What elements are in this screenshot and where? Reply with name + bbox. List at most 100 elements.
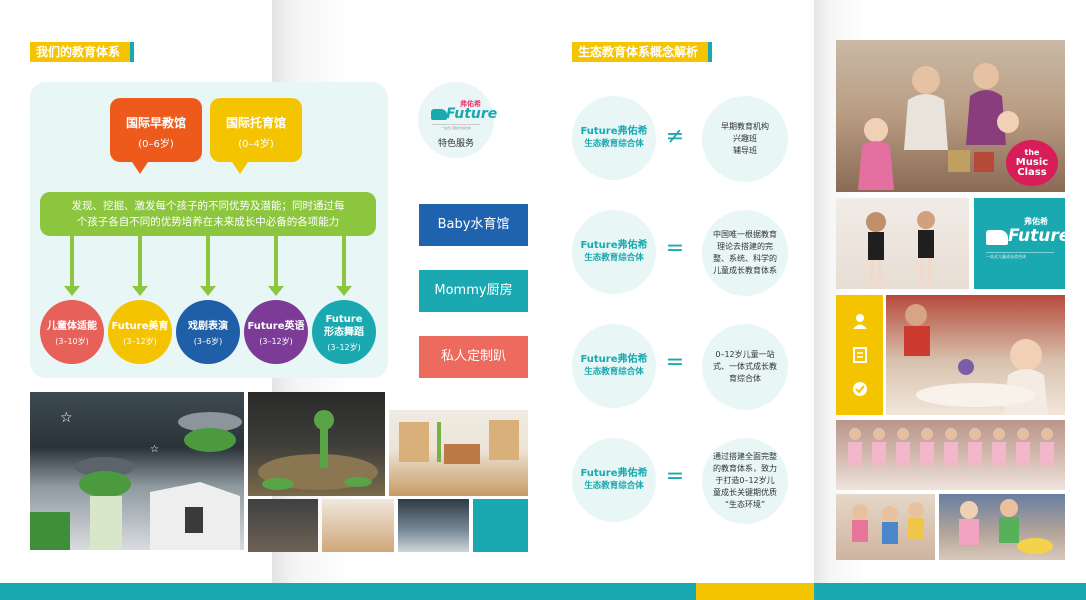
program-age: (3–12岁) xyxy=(327,343,361,352)
mission-line-2: 个孩子各自不同的优势培养在未来成长中必备的各项能力 xyxy=(76,216,340,228)
program-age: (3–12岁) xyxy=(259,337,293,346)
photo-illustration xyxy=(852,502,924,544)
desc-line: 的教育体系，致力 xyxy=(713,464,777,473)
desc-line: 中国唯一根据教育 xyxy=(713,230,777,239)
special-services-label: 特色服务 xyxy=(437,139,474,149)
photo-illustration xyxy=(866,211,935,286)
venue-photo-lobby xyxy=(398,499,469,552)
venue-photo-illustration xyxy=(258,410,378,490)
photo-dance-line xyxy=(836,420,1065,490)
venue-photo-illustration xyxy=(389,392,528,464)
photo-ballet-girls xyxy=(836,198,969,289)
icon-strip xyxy=(836,295,883,415)
dinosaur-logo-icon xyxy=(986,230,1008,245)
program-name: Future美育 xyxy=(111,321,169,332)
photo-music-class: the Music Class xyxy=(836,40,1065,192)
eco-description-circle: 通过搭建全面完整 的教育体系，致力 于打造0–12岁儿 童成长关键期优质 “生态… xyxy=(702,438,788,524)
service-mommy-kitchen: Mommy厨房 xyxy=(419,270,528,312)
program-art: Future美育 (3–12岁) xyxy=(108,300,172,364)
music-class-badge: the Music Class xyxy=(1006,140,1058,186)
footer-yellow-segment xyxy=(696,583,814,600)
bubble-title: 国际托育馆 xyxy=(225,116,286,130)
eco-concept-circle: Future弗佑希 生态教育综合体 xyxy=(572,324,656,408)
document-icon xyxy=(852,347,868,363)
program-age: (3–10岁) xyxy=(55,337,89,346)
brand-tagline: 一站式儿童成长综合体 xyxy=(986,252,1054,260)
desc-line: 兴趣班 xyxy=(733,134,757,143)
brand-logo-teal-block: 弗佑希 Future 一站式儿童成长综合体 xyxy=(974,198,1070,289)
bubble-title: 国际早教馆 xyxy=(125,116,186,130)
photo-illustration xyxy=(959,499,1053,554)
arrow-down-icon xyxy=(268,236,284,296)
venue-photo-room xyxy=(322,499,394,552)
photo-kids-toys xyxy=(939,494,1065,560)
eco-subtitle-line: 生态教育综合体 xyxy=(584,367,644,377)
svg-text:☆: ☆ xyxy=(150,444,159,455)
desc-line: “生态环境” xyxy=(724,500,766,509)
desc-line: 辅导班 xyxy=(733,146,757,155)
footer-color-bar xyxy=(0,583,1086,600)
bubble-childcare: 国际托育馆 (0–4岁) xyxy=(210,98,302,174)
desc-line: 0–12岁儿童一站 xyxy=(715,350,775,359)
desc-line: 儿童成长教育体系 xyxy=(713,266,777,275)
desc-line: 理论去搭建的完 xyxy=(717,242,773,251)
program-name-line-1: Future xyxy=(325,314,363,325)
desc-line: 童成长关键期优质 xyxy=(713,488,777,497)
program-drama: 戏剧表演 (3–6岁) xyxy=(176,300,240,364)
svg-text:☆: ☆ xyxy=(60,410,73,426)
section-title-education-system: 我们的教育体系 xyxy=(30,42,135,62)
service-private-party: 私人定制趴 xyxy=(419,336,528,378)
eco-subtitle-line: 生态教育综合体 xyxy=(584,253,644,263)
eco-concept-circle: Future弗佑希 生态教育综合体 xyxy=(572,438,656,522)
desc-line: 整、系统、科学的 xyxy=(713,254,777,263)
not-equal-icon: ≠ xyxy=(665,124,685,149)
eco-concept-circle: Future弗佑希 生态教育综合体 xyxy=(572,210,656,294)
arrow-down-icon xyxy=(132,236,148,296)
eco-description-circle: 0–12岁儿童一站 式、一体式成长教 育综合体 xyxy=(702,324,788,410)
section-title-eco-concept: 生态教育体系概念解析 xyxy=(572,42,713,62)
equal-icon: = xyxy=(665,236,685,261)
program-name: 儿童体适能 xyxy=(47,321,97,332)
service-baby-swim: Baby水育馆 xyxy=(419,204,528,246)
eco-brand-line: Future弗佑希 xyxy=(580,354,648,365)
arrow-down-icon xyxy=(200,236,216,296)
photo-art-class xyxy=(886,295,1065,415)
venue-photo-illustration: ☆ ☆ xyxy=(30,410,242,550)
check-icon xyxy=(852,381,868,397)
program-fitness: 儿童体适能 (3–10岁) xyxy=(40,300,104,364)
mission-statement: 发现、挖掘、激发每个孩子的不同优势及潜能；同时通过每 个孩子各自不同的优势培养在… xyxy=(40,192,376,236)
equal-icon: = xyxy=(665,350,685,375)
venue-photo-play-area: ☆ ☆ xyxy=(30,392,244,550)
desc-line: 育综合体 xyxy=(729,374,761,383)
arrow-down-icon xyxy=(64,236,80,296)
desc-line: 早期教育机构 xyxy=(721,122,769,131)
program-english: Future英语 (3–12岁) xyxy=(244,300,308,364)
brand-name-en: Future xyxy=(446,106,498,122)
eco-subtitle-line: 生态教育综合体 xyxy=(584,481,644,491)
venue-photo-classroom xyxy=(389,392,528,496)
program-age: (3–6岁) xyxy=(193,337,223,346)
arrow-down-icon xyxy=(336,236,352,296)
venue-photo-corridor xyxy=(248,499,318,552)
program-age: (3–12岁) xyxy=(123,337,157,346)
eco-concept-circle: Future弗佑希 生态教育综合体 xyxy=(572,96,656,180)
photo-illustration xyxy=(904,304,1048,415)
brand-tagline: 一站式儿童成长综合体 xyxy=(432,124,480,130)
venue-photo-hall xyxy=(248,392,385,496)
teal-color-block xyxy=(473,499,528,552)
eco-brand-line: Future弗佑希 xyxy=(580,240,648,251)
photo-illustration xyxy=(848,428,1054,466)
badge-line: Class xyxy=(1017,167,1047,178)
eco-subtitle-line: 生态教育综合体 xyxy=(584,139,644,149)
eco-brand-line: Future弗佑希 xyxy=(580,468,648,479)
desc-line: 通过搭建全面完整 xyxy=(713,452,777,461)
photo-kids-playing xyxy=(836,494,935,560)
program-name: 戏剧表演 xyxy=(188,321,228,332)
equal-icon: = xyxy=(665,464,685,489)
desc-line: 于打造0–12岁儿 xyxy=(715,476,775,485)
bubble-age: (0–4岁) xyxy=(238,139,274,150)
brand-name-en: Future xyxy=(1008,226,1071,246)
program-name-line-2: 形态舞蹈 xyxy=(324,327,364,338)
bubble-early-education: 国际早教馆 (0–6岁) xyxy=(110,98,202,174)
program-name: Future英语 xyxy=(247,321,305,332)
